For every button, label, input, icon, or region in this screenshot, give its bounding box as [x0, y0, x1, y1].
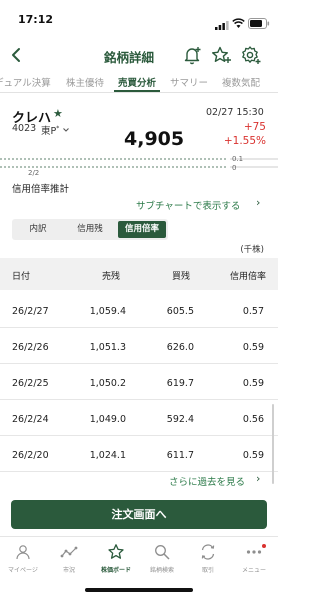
stock-code: 4023	[12, 123, 37, 134]
trade-icon	[199, 543, 217, 561]
column-header-margin-ratio: 信用倍率	[229, 272, 266, 282]
nav-item-stock-search[interactable]: 銘柄検索	[139, 537, 185, 581]
cell-buy-balance: 592.4	[166, 414, 194, 425]
nav-label: 取引	[201, 567, 214, 574]
detail-tabs: デュアル決算 株主優待 売買分析 サマリー 複数気配	[0, 70, 278, 93]
menu-icon	[245, 543, 263, 561]
chevron-down-icon	[63, 128, 70, 132]
nav-label: マイページ	[8, 567, 38, 574]
tab-dual-settlement[interactable]: デュアル決算	[0, 75, 51, 89]
tab-summary[interactable]: サマリー	[170, 75, 208, 89]
mini-chart-level-high: 0.1	[232, 155, 244, 163]
cell-sell-balance: 1,049.0	[89, 414, 126, 425]
order-screen-button[interactable]: 注文画面へ	[11, 500, 267, 529]
scrollbar[interactable]	[272, 404, 274, 484]
table-header: 日付 売残 買残 信用倍率	[0, 258, 278, 290]
column-header-buy-balance: 買残	[172, 272, 191, 282]
star-icon	[107, 543, 125, 561]
status-bar: 17:12	[0, 0, 278, 40]
cell-margin-ratio: 0.59	[242, 450, 264, 461]
cell-margin-ratio: 0.59	[242, 342, 264, 353]
cell-margin-ratio: 0.56	[242, 414, 264, 425]
chevron-right-icon[interactable]: ›	[256, 472, 260, 485]
nav-label: 市況	[62, 567, 75, 574]
cell-sell-balance: 1,059.4	[89, 306, 126, 317]
cell-date: 26/2/27	[12, 306, 49, 317]
stock-info: クレハ ★ 4023 東P* 4,905 02/27 15:30 +75 +1.…	[0, 100, 278, 160]
column-header-date: 日付	[12, 272, 31, 282]
cell-date: 26/2/24	[12, 414, 49, 425]
market-icon	[60, 543, 78, 561]
cell-buy-balance: 626.0	[166, 342, 194, 353]
cell-sell-balance: 1,050.2	[89, 378, 126, 389]
table-row: 26/2/20 1,024.1 611.7 0.59	[0, 436, 278, 472]
cell-sell-balance: 1,024.1	[89, 450, 126, 461]
back-arrow-icon[interactable]	[6, 44, 28, 66]
signal-icon	[215, 15, 229, 34]
table-row: 26/2/25 1,050.2 619.7 0.59	[0, 364, 278, 400]
cell-date: 26/2/20	[12, 450, 49, 461]
segment-margin-ratio[interactable]: 信用倍率	[118, 221, 166, 238]
chevron-right-icon[interactable]: ›	[256, 196, 260, 209]
subchart-link[interactable]: サブチャートで表示する	[136, 198, 240, 212]
cell-date: 26/2/26	[12, 342, 49, 353]
nav-item-stock-board[interactable]: 株価ボード	[93, 537, 139, 581]
cell-buy-balance: 619.7	[166, 378, 194, 389]
segment-breakdown[interactable]: 内訳	[14, 221, 62, 238]
cell-sell-balance: 1,051.3	[89, 342, 126, 353]
price-change-pct: +1.55%	[223, 135, 266, 147]
battery-icon	[248, 14, 270, 33]
table-row: 26/2/26 1,051.3 626.0 0.59	[0, 328, 278, 364]
stock-price: 4,905	[124, 128, 185, 150]
app-header: 銘柄詳細	[0, 40, 278, 70]
alert-add-icon[interactable]	[181, 44, 203, 66]
cell-buy-balance: 605.5	[166, 306, 194, 317]
market-selector[interactable]: 東P*	[41, 123, 70, 137]
tab-trading-analysis[interactable]: 売買分析	[118, 75, 156, 89]
quote-datetime: 02/27 15:30	[206, 107, 264, 118]
market-suffix: *	[56, 124, 60, 132]
favorite-add-icon[interactable]	[210, 44, 232, 66]
nav-label: 株価ボード	[100, 567, 131, 574]
column-header-sell-balance: 売残	[102, 272, 121, 282]
nav-label: メニュー	[241, 567, 266, 574]
bottom-nav: マイページ 市況 株価ボード 銘柄検索 取引 メニュー	[0, 536, 278, 580]
favorite-star-icon[interactable]: ★	[53, 107, 63, 120]
market-name: 東P	[41, 126, 57, 137]
wifi-icon	[232, 14, 245, 33]
active-tab-indicator	[114, 90, 160, 92]
mini-chart-level-low: 0	[232, 164, 237, 172]
table-row: 26/2/27 1,059.4 605.5 0.57	[0, 292, 278, 328]
section-title: 信用倍率推計	[12, 184, 70, 195]
nav-item-trade[interactable]: 取引	[185, 537, 231, 581]
cell-margin-ratio: 0.59	[242, 378, 264, 389]
tab-multi-quote[interactable]: 複数気配	[222, 75, 260, 89]
notification-badge	[262, 544, 266, 548]
margin-ratio-mini-chart: 2/2 0.1 0	[0, 154, 278, 178]
cell-margin-ratio: 0.57	[242, 306, 264, 317]
person-icon	[14, 543, 32, 561]
price-change: +75	[243, 121, 266, 133]
status-time: 17:12	[18, 13, 54, 26]
segmented-control: 内訳 信用残 信用倍率	[12, 219, 168, 240]
page-title: 銘柄詳細	[104, 50, 155, 65]
home-indicator	[85, 588, 193, 592]
cell-buy-balance: 611.7	[166, 450, 194, 461]
nav-label: 銘柄検索	[149, 567, 174, 574]
mini-chart-date-label: 2/2	[28, 169, 40, 177]
segment-margin-balance[interactable]: 信用残	[66, 221, 114, 238]
nav-item-mypage[interactable]: マイページ	[0, 537, 46, 581]
table-row: 26/2/24 1,049.0 592.4 0.56	[0, 400, 278, 436]
nav-item-market[interactable]: 市況	[46, 537, 92, 581]
search-icon	[153, 543, 171, 561]
table-unit: (千株)	[240, 245, 264, 255]
cell-date: 26/2/25	[12, 378, 49, 389]
view-more-past-link[interactable]: さらに過去を見る	[169, 474, 245, 488]
settings-gear-icon[interactable]	[240, 44, 262, 66]
nav-item-menu[interactable]: メニュー	[231, 537, 277, 581]
tab-shareholder-benefits[interactable]: 株主優待	[66, 75, 104, 89]
